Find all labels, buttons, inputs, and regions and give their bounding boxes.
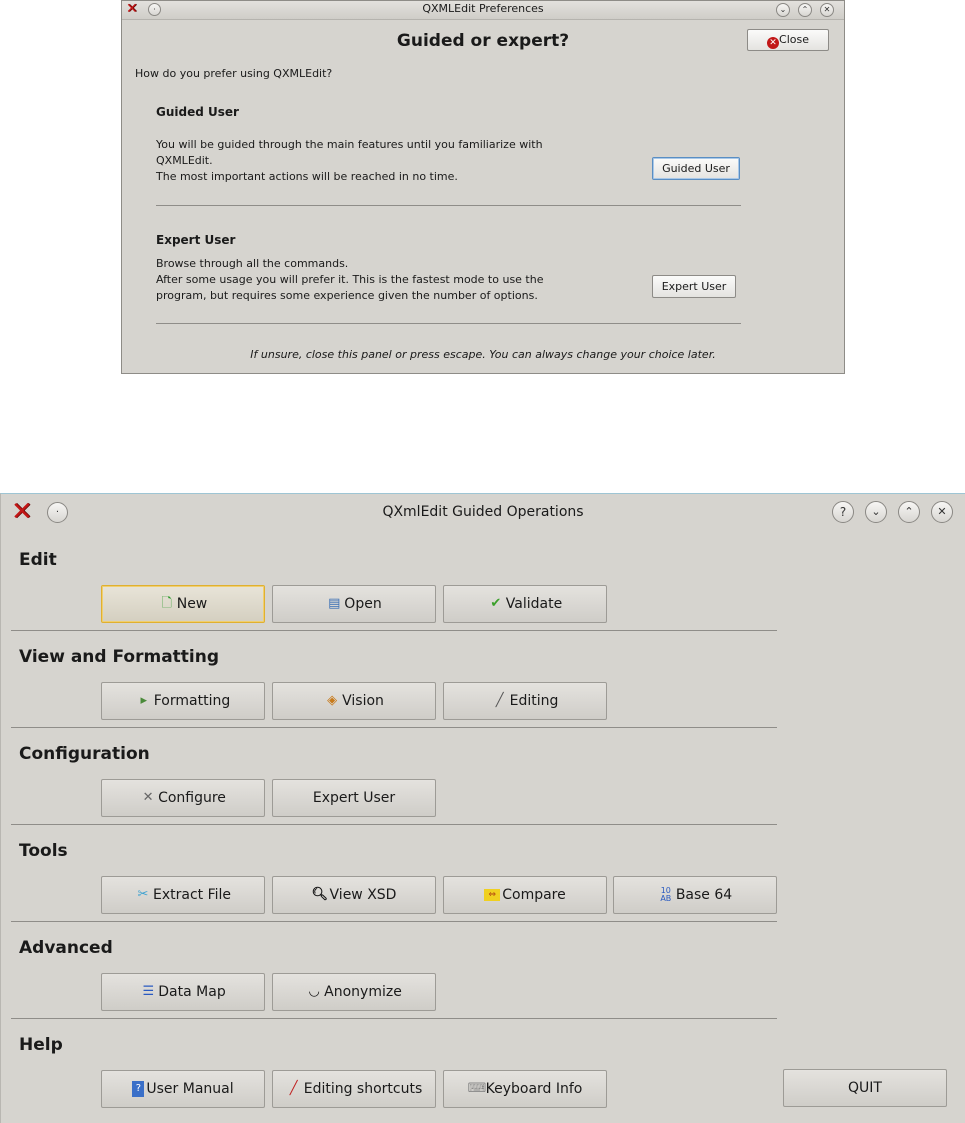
vision-button[interactable]: ◈ Vision [272, 682, 436, 720]
keyboard-info-button-label: Keyboard Info [485, 1081, 583, 1097]
help-icon[interactable]: ? [832, 501, 854, 523]
user-manual-button[interactable]: ? User Manual [101, 1070, 265, 1108]
expert-user-button[interactable]: Expert User [272, 779, 436, 817]
anonymize-button[interactable]: ◡ Anonymize [272, 973, 436, 1011]
extract-file-button[interactable]: ✂ Extract File [101, 876, 265, 914]
minimize-icon[interactable]: ⌄ [865, 501, 887, 523]
close-icon[interactable]: ✕ [931, 501, 953, 523]
prefs-heading: Guided or expert? [396, 31, 570, 51]
expert-desc-line3: program, but requires some experience gi… [156, 289, 538, 302]
magnifier-icon: 🔍︎ [311, 887, 329, 902]
data-map-icon: ☰ [142, 984, 155, 999]
prefs-window-title: QXMLEdit Preferences [422, 2, 544, 15]
new-button-label: New [176, 596, 208, 612]
editing-shortcuts-button-label: Editing shortcuts [303, 1081, 423, 1097]
guided-desc-line2: QXMLEdit. [156, 154, 213, 167]
vision-icon: ◈ [327, 693, 338, 708]
keyboard-icon: ⌨ [467, 1081, 487, 1096]
guided-user-heading: Guided User [156, 105, 239, 119]
formatting-icon: ▸ [140, 693, 148, 708]
section-config-title: Configuration [19, 744, 150, 764]
formatting-button-label: Formatting [153, 693, 231, 709]
view-xsd-button-label: View XSD [329, 887, 397, 903]
quit-button[interactable]: QUIT [783, 1069, 947, 1107]
section-view-title: View and Formatting [19, 647, 220, 667]
guided-desc-line3: The most important actions will be reach… [156, 170, 458, 183]
expert-user-button-label: Expert User [312, 790, 396, 806]
open-file-icon: ▤ [328, 596, 341, 611]
editing-shortcuts-button[interactable]: ╱ Editing shortcuts [272, 1070, 436, 1108]
minimize-icon[interactable]: ⌄ [776, 3, 790, 17]
guided-window-title: QXmlEdit Guided Operations [382, 504, 584, 520]
separator [11, 921, 777, 922]
scissors-icon: ✂ [137, 887, 149, 902]
formatting-button[interactable]: ▸ Formatting [101, 682, 265, 720]
new-button[interactable]: 🗋 New [101, 585, 265, 623]
close-circle-icon: ✕ [767, 37, 780, 49]
guided-operations-window: ✕ · QXmlEdit Guided Operations ? ⌄ ⌃ ✕ E… [0, 493, 965, 1123]
editing-button[interactable]: ╱ Editing [443, 682, 607, 720]
expert-user-button[interactable]: Expert User [652, 275, 736, 298]
separator [11, 1018, 777, 1019]
separator [11, 824, 777, 825]
manual-icon: ? [132, 1081, 145, 1097]
guided-user-button[interactable]: Guided User [652, 157, 740, 180]
separator [11, 727, 777, 728]
data-map-button-label: Data Map [158, 984, 226, 1000]
compare-button-label: Compare [502, 887, 566, 903]
open-button-label: Open [344, 596, 382, 612]
section-help-title: Help [19, 1035, 63, 1055]
maximize-icon[interactable]: ⌃ [898, 501, 920, 523]
separator [156, 205, 741, 206]
configure-button-label: Configure [158, 790, 226, 806]
compare-button[interactable]: ⇔ Compare [443, 876, 607, 914]
separator [11, 630, 777, 631]
anonymize-button-label: Anonymize [324, 984, 402, 1000]
open-button[interactable]: ▤ Open [272, 585, 436, 623]
extract-file-button-label: Extract File [152, 887, 232, 903]
close-icon[interactable]: ✕ [820, 3, 834, 17]
base64-icon: 10 AB [660, 886, 672, 903]
new-file-icon: 🗋 [161, 596, 172, 611]
tools-icon: ✕ [142, 790, 154, 805]
user-manual-button-label: User Manual [146, 1081, 234, 1097]
pen-icon: ╱ [495, 693, 504, 708]
close-button[interactable]: ✕ Close [747, 29, 829, 51]
view-xsd-button[interactable]: 🔍︎ View XSD [272, 876, 436, 914]
prefs-footer-note: If unsure, close this panel or press esc… [250, 348, 716, 361]
prefs-question: How do you prefer using QXMLEdit? [135, 67, 333, 80]
editing-button-label: Editing [509, 693, 559, 709]
close-button-label: Close [779, 33, 809, 46]
base64-button-label: Base 64 [675, 887, 733, 903]
guided-titlebar: ✕ · QXmlEdit Guided Operations ? ⌄ ⌃ ✕ [1, 494, 965, 530]
section-tools-title: Tools [19, 841, 68, 861]
expert-desc-line1: Browse through all the commands. [156, 257, 349, 270]
data-map-button[interactable]: ☰ Data Map [101, 973, 265, 1011]
expert-user-heading: Expert User [156, 233, 236, 247]
configure-button[interactable]: ✕ Configure [101, 779, 265, 817]
preferences-dialog: ✕ · QXMLEdit Preferences ⌄ ⌃ ✕ Guided or… [121, 0, 845, 374]
section-edit-title: Edit [19, 550, 57, 570]
vision-button-label: Vision [342, 693, 384, 709]
prefs-titlebar: ✕ · QXMLEdit Preferences ⌄ ⌃ ✕ [122, 1, 844, 20]
expert-desc-line2: After some usage you will prefer it. Thi… [156, 273, 544, 286]
validate-button[interactable]: ✔ Validate [443, 585, 607, 623]
section-advanced-title: Advanced [19, 938, 113, 958]
pencil-icon: ╱ [289, 1081, 298, 1096]
base64-button[interactable]: 10 AB Base 64 [613, 876, 777, 914]
maximize-icon[interactable]: ⌃ [798, 3, 812, 17]
separator [156, 323, 741, 324]
mask-icon: ◡ [308, 984, 320, 999]
validate-button-label: Validate [505, 596, 563, 612]
checkmark-icon: ✔ [490, 596, 502, 611]
compare-icon: ⇔ [484, 889, 501, 901]
guided-desc-line1: You will be guided through the main feat… [156, 138, 543, 151]
keyboard-info-button[interactable]: ⌨ Keyboard Info [443, 1070, 607, 1108]
